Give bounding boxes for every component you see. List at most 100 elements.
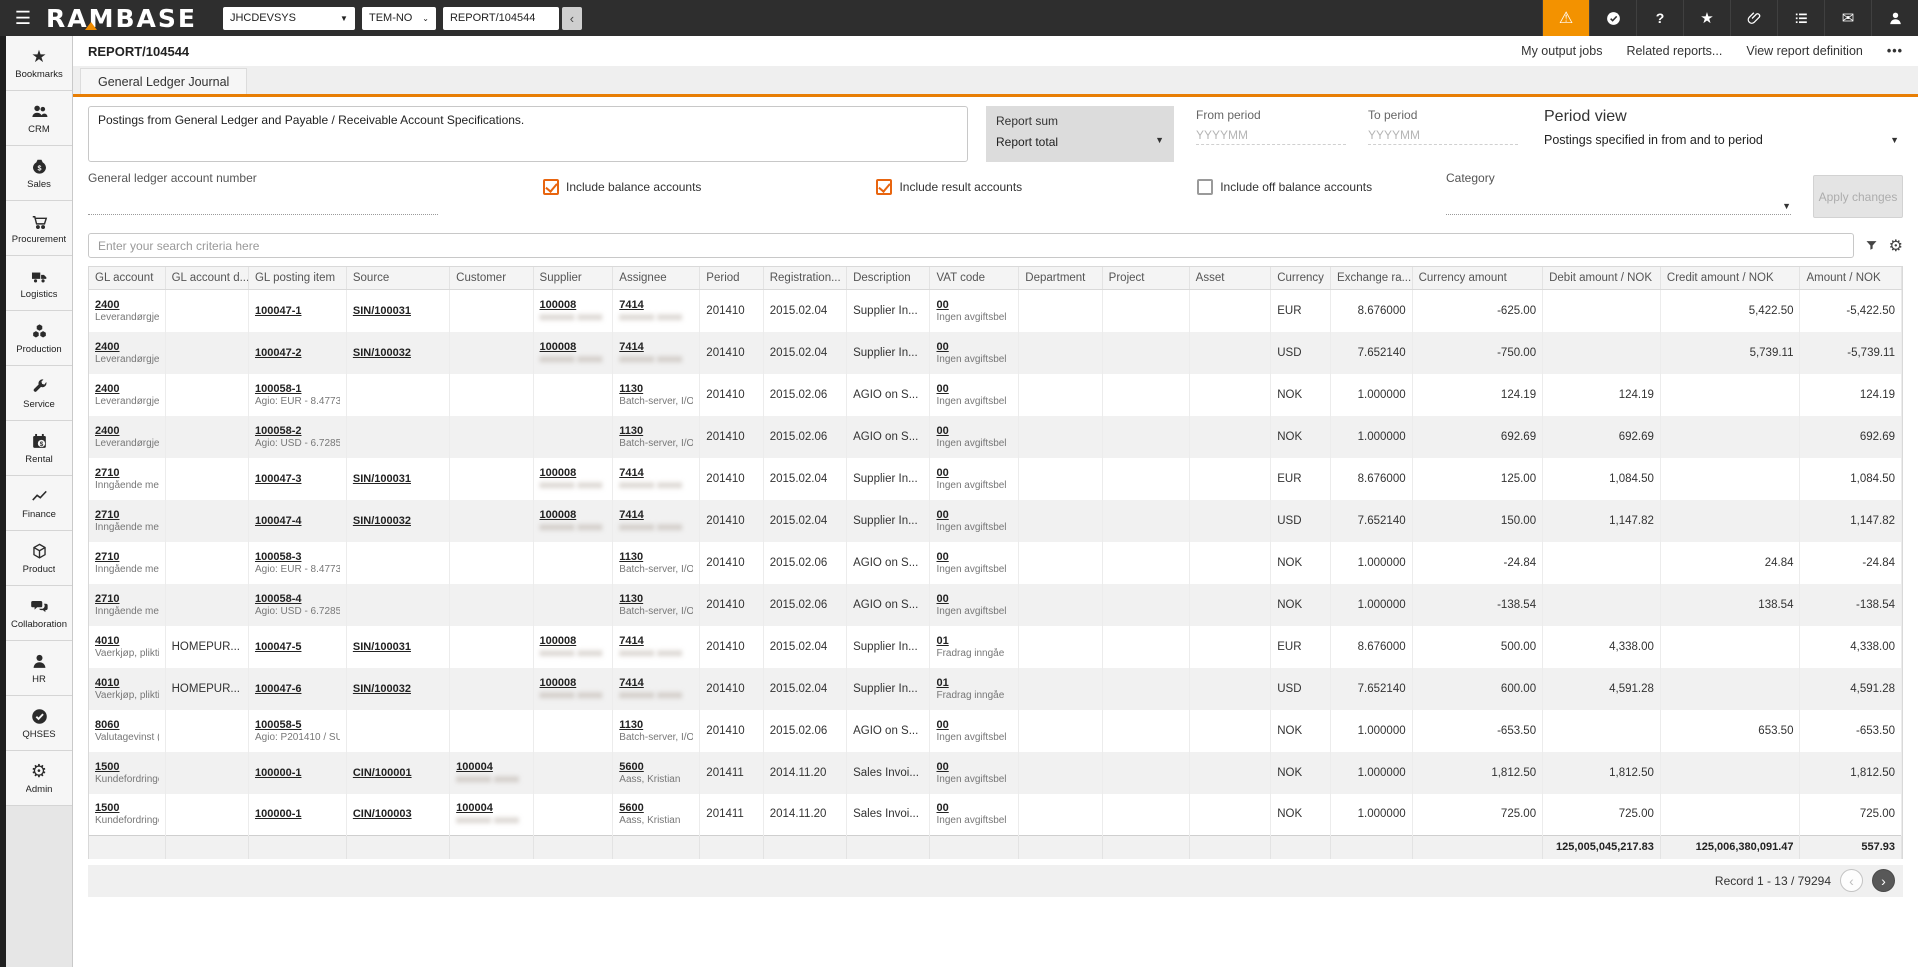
sidebar-item-bookmarks[interactable]: ★ Bookmarks [6, 36, 72, 91]
column-header-posting[interactable]: GL posting item [248, 267, 347, 290]
link-gl[interactable]: 2400 [95, 341, 119, 353]
link-posting[interactable]: 100058-2 [255, 425, 302, 437]
column-header-credit[interactable]: Credit amount / NOK [1660, 267, 1801, 290]
link-assignee[interactable]: 7414 [619, 341, 643, 353]
from-period-input[interactable] [1196, 122, 1346, 145]
column-header-supplier[interactable]: Supplier [533, 267, 614, 290]
link-vat[interactable]: 00 [936, 341, 948, 353]
column-header-currency[interactable]: Currency [1270, 267, 1332, 290]
column-header-project[interactable]: Project [1102, 267, 1190, 290]
module-select[interactable]: TEM-NO ⌄ [361, 6, 436, 30]
link-posting[interactable]: 100047-4 [255, 515, 302, 527]
link-gl[interactable]: 2710 [95, 593, 119, 605]
table-row[interactable]: 1500 Kundefordringe 100000-1 CIN/100001 1000… [89, 751, 1902, 794]
sidebar-item-admin[interactable]: ⚙ Admin [6, 751, 72, 806]
link-posting[interactable]: 100000-1 [255, 767, 302, 779]
profile-icon[interactable] [1871, 0, 1918, 36]
link-gl[interactable]: 2710 [95, 467, 119, 479]
link-posting[interactable]: 100047-5 [255, 641, 302, 653]
search-input[interactable] [88, 233, 1854, 258]
column-header-registration[interactable]: Registration... [763, 267, 848, 290]
alerts-warning-icon[interactable]: ⚠ [1542, 0, 1589, 36]
sidebar-item-rental[interactable]: $ Rental [6, 421, 72, 476]
messages-icon[interactable]: ✉ [1824, 0, 1871, 36]
system-select[interactable]: JHCDEVSYS ▼ [222, 6, 355, 30]
approval-badge-icon[interactable] [1589, 0, 1636, 36]
column-header-vat[interactable]: VAT code [929, 267, 1020, 290]
link-assignee[interactable]: 1130 [619, 719, 643, 731]
link-supplier[interactable]: 100008 [540, 677, 577, 689]
column-header-currency_amount[interactable]: Currency amount [1412, 267, 1544, 290]
apply-changes-button[interactable]: Apply changes [1813, 175, 1903, 218]
sidebar-item-sales[interactable]: $ Sales [6, 146, 72, 201]
column-header-assignee[interactable]: Assignee [612, 267, 701, 290]
table-row[interactable]: 2400Leverandørgjeld 100047-1 SIN/100031 100… [89, 289, 1902, 332]
report-description-box[interactable]: Postings from General Ledger and Payable… [88, 106, 968, 162]
table-row[interactable]: 2710Inngående merv 100058-4Agio: USD - 6.… [89, 583, 1902, 626]
hamburger-menu-icon[interactable]: ☰ [0, 8, 46, 29]
link-assignee[interactable]: 1130 [619, 383, 643, 395]
column-header-gl_desc[interactable]: GL account d... [165, 267, 249, 290]
link-gl[interactable]: 2400 [95, 383, 119, 395]
link-posting[interactable]: 100058-3 [255, 551, 302, 563]
column-header-amount[interactable]: Amount / NOK [1799, 267, 1902, 290]
sidebar-item-procurement[interactable]: Procurement [6, 201, 72, 256]
link-posting[interactable]: 100047-6 [255, 683, 302, 695]
link-vat[interactable]: 00 [936, 383, 948, 395]
link-gl[interactable]: 2710 [95, 551, 119, 563]
link-gl[interactable]: 2400 [95, 425, 119, 437]
link-assignee[interactable]: 1130 [619, 593, 643, 605]
column-header-asset[interactable]: Asset [1189, 267, 1272, 290]
sidebar-item-qhses[interactable]: QHSES [6, 696, 72, 751]
link-source[interactable]: SIN/100031 [353, 305, 411, 317]
attachments-icon[interactable] [1730, 0, 1777, 36]
link-supplier[interactable]: 100008 [540, 635, 577, 647]
gear-icon[interactable]: ⚙ [1889, 236, 1903, 256]
link-source[interactable]: SIN/100032 [353, 347, 411, 359]
checkbox-include-result-accounts[interactable]: Include result accounts [876, 179, 1022, 195]
sidebar-item-hr[interactable]: HR [6, 641, 72, 696]
view-report-definition-link[interactable]: View report definition [1746, 44, 1863, 58]
link-posting[interactable]: 100047-3 [255, 473, 302, 485]
sidebar-item-crm[interactable]: CRM [6, 91, 72, 146]
checkbox-include-off-balance-accounts[interactable]: Include off balance accounts [1197, 179, 1372, 195]
link-gl[interactable]: 2400 [95, 299, 119, 311]
column-header-description[interactable]: Description [846, 267, 931, 290]
table-row[interactable]: 4010 Vaerkjøp, pliktig HOMEPUR... 100047-6 S… [89, 667, 1902, 710]
column-header-gl[interactable]: GL account [89, 267, 166, 290]
link-vat[interactable]: 00 [936, 761, 948, 773]
link-gl[interactable]: 4010 [95, 677, 119, 689]
link-vat[interactable]: 00 [936, 551, 948, 563]
link-customer[interactable]: 100004 [456, 802, 493, 814]
link-source[interactable]: CIN/100003 [353, 808, 412, 820]
link-supplier[interactable]: 100008 [540, 341, 577, 353]
link-source[interactable]: SIN/100032 [353, 683, 411, 695]
task-list-icon[interactable] [1777, 0, 1824, 36]
link-source[interactable]: SIN/100031 [353, 641, 411, 653]
sidebar-item-collaboration[interactable]: Collaboration [6, 586, 72, 641]
table-row[interactable]: 2710Inngående merv 100047-3 SIN/100031 1000… [89, 457, 1902, 500]
link-assignee[interactable]: 1130 [619, 425, 643, 437]
column-header-source[interactable]: Source [346, 267, 451, 290]
link-assignee[interactable]: 1130 [619, 551, 643, 563]
link-gl[interactable]: 8060 [95, 719, 119, 731]
link-supplier[interactable]: 100008 [540, 467, 577, 479]
gl-account-number-input[interactable] [88, 185, 438, 215]
table-row[interactable]: 4010 Vaerkjøp, pliktig HOMEPUR... 100047-5 S… [89, 625, 1902, 668]
link-posting[interactable]: 100058-4 [255, 593, 302, 605]
link-supplier[interactable]: 100008 [540, 509, 577, 521]
sidebar-item-product[interactable]: Product [6, 531, 72, 586]
to-period-input[interactable] [1368, 122, 1518, 145]
filter-icon[interactable] [1864, 238, 1879, 253]
help-icon[interactable]: ? [1636, 0, 1683, 36]
link-source[interactable]: SIN/100031 [353, 473, 411, 485]
column-header-department[interactable]: Department [1018, 267, 1103, 290]
sidebar-item-logistics[interactable]: Logistics [6, 256, 72, 311]
column-header-exchange[interactable]: Exchange ra... [1330, 267, 1413, 290]
link-customer[interactable]: 100004 [456, 761, 493, 773]
link-posting[interactable]: 100047-1 [255, 305, 302, 317]
link-gl[interactable]: 1500 [95, 761, 119, 773]
my-output-jobs-link[interactable]: My output jobs [1521, 44, 1602, 58]
checkbox-include-balance-accounts[interactable]: Include balance accounts [543, 179, 701, 195]
back-button[interactable]: ‹ [561, 6, 582, 30]
